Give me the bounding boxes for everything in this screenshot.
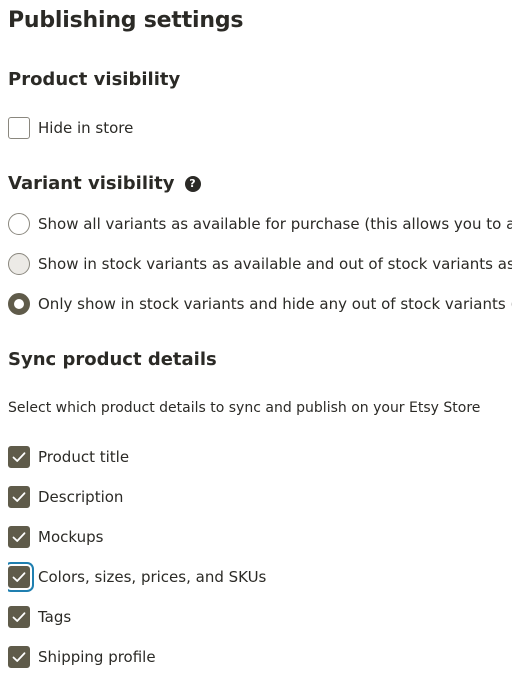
- variant-option-only-in-stock-label: Only show in stock variants and hide any…: [38, 295, 512, 313]
- shipping-profile-label: Shipping profile: [38, 648, 156, 666]
- colors-sizes-prices-skus-label: Colors, sizes, prices, and SKUs: [38, 568, 267, 586]
- checkmark-icon: [12, 532, 26, 542]
- description-label: Description: [38, 488, 124, 506]
- tags-checkbox[interactable]: [8, 606, 30, 628]
- hide-in-store-option[interactable]: Hide in store: [8, 116, 133, 140]
- sync-item-product-title[interactable]: Product title: [8, 445, 129, 469]
- variant-option-show-in-stock-label: Show in stock variants as available and …: [38, 255, 512, 273]
- mockups-checkbox[interactable]: [8, 526, 30, 548]
- shipping-profile-checkbox[interactable]: [8, 646, 30, 668]
- sync-product-details-heading: Sync product details: [8, 349, 217, 370]
- checkmark-icon: [12, 652, 26, 662]
- product-visibility-heading: Product visibility: [8, 69, 180, 90]
- variant-option-show-in-stock[interactable]: Show in stock variants as available and …: [8, 252, 512, 276]
- hide-in-store-label: Hide in store: [38, 119, 134, 137]
- product-title-checkbox[interactable]: [8, 446, 30, 468]
- variant-option-only-in-stock[interactable]: Only show in stock variants and hide any…: [8, 292, 512, 316]
- checkmark-icon: [12, 452, 26, 462]
- variant-option-only-in-stock-radio[interactable]: [8, 293, 30, 315]
- variant-visibility-heading-text: Variant visibility: [8, 173, 175, 194]
- variant-visibility-heading: Variant visibility ?: [8, 173, 201, 194]
- variant-option-show-all[interactable]: Show all variants as available for purch…: [8, 212, 512, 236]
- sync-description: Select which product details to sync and…: [8, 400, 481, 416]
- hide-in-store-checkbox[interactable]: [8, 117, 30, 139]
- description-checkbox[interactable]: [8, 486, 30, 508]
- sync-item-tags[interactable]: Tags: [8, 605, 71, 629]
- sync-product-details-heading-text: Sync product details: [8, 349, 217, 370]
- checkmark-icon: [12, 492, 26, 502]
- checkmark-icon: [12, 612, 26, 622]
- variant-option-show-all-radio[interactable]: [8, 213, 30, 235]
- sync-item-shipping-profile[interactable]: Shipping profile: [8, 645, 156, 669]
- question-mark-icon[interactable]: ?: [184, 175, 201, 192]
- mockups-label: Mockups: [38, 528, 104, 546]
- sync-item-description[interactable]: Description: [8, 485, 123, 509]
- checkmark-icon: [12, 572, 26, 582]
- tags-label: Tags: [38, 608, 72, 626]
- colors-sizes-prices-skus-checkbox[interactable]: [8, 566, 30, 588]
- page-title: Publishing settings: [8, 8, 244, 33]
- publishing-settings-panel: Publishing settings Product visibility H…: [8, 0, 512, 684]
- sync-item-mockups[interactable]: Mockups: [8, 525, 103, 549]
- variant-option-show-all-label: Show all variants as available for purch…: [38, 215, 512, 233]
- product-visibility-heading-text: Product visibility: [8, 69, 181, 90]
- product-title-label: Product title: [38, 448, 130, 466]
- sync-item-colors-sizes-prices-skus[interactable]: Colors, sizes, prices, and SKUs: [8, 565, 266, 589]
- variant-option-show-in-stock-radio[interactable]: [8, 253, 30, 275]
